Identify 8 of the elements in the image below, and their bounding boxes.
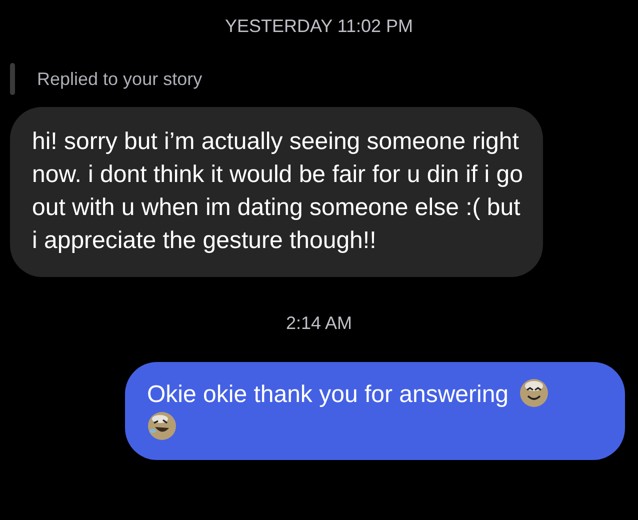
timestamp: YESTERDAY 11:02 PM — [224, 16, 414, 37]
reply-label: Replied to your story — [37, 68, 202, 90]
reply-indicator-bar — [10, 63, 15, 95]
smiling-face-icon — [518, 378, 549, 408]
message-text: Okie okie thank you for answering — [147, 381, 509, 408]
message-text: hi! sorry but i’m actually seeing someone right now. i dont think it would be fair for u din if i go out with u when im dating someone else :( but i appreciate the gesture though!! — [32, 128, 523, 254]
laughing-face-icon — [147, 411, 177, 441]
timestamp: 2:14 AM — [286, 313, 352, 334]
